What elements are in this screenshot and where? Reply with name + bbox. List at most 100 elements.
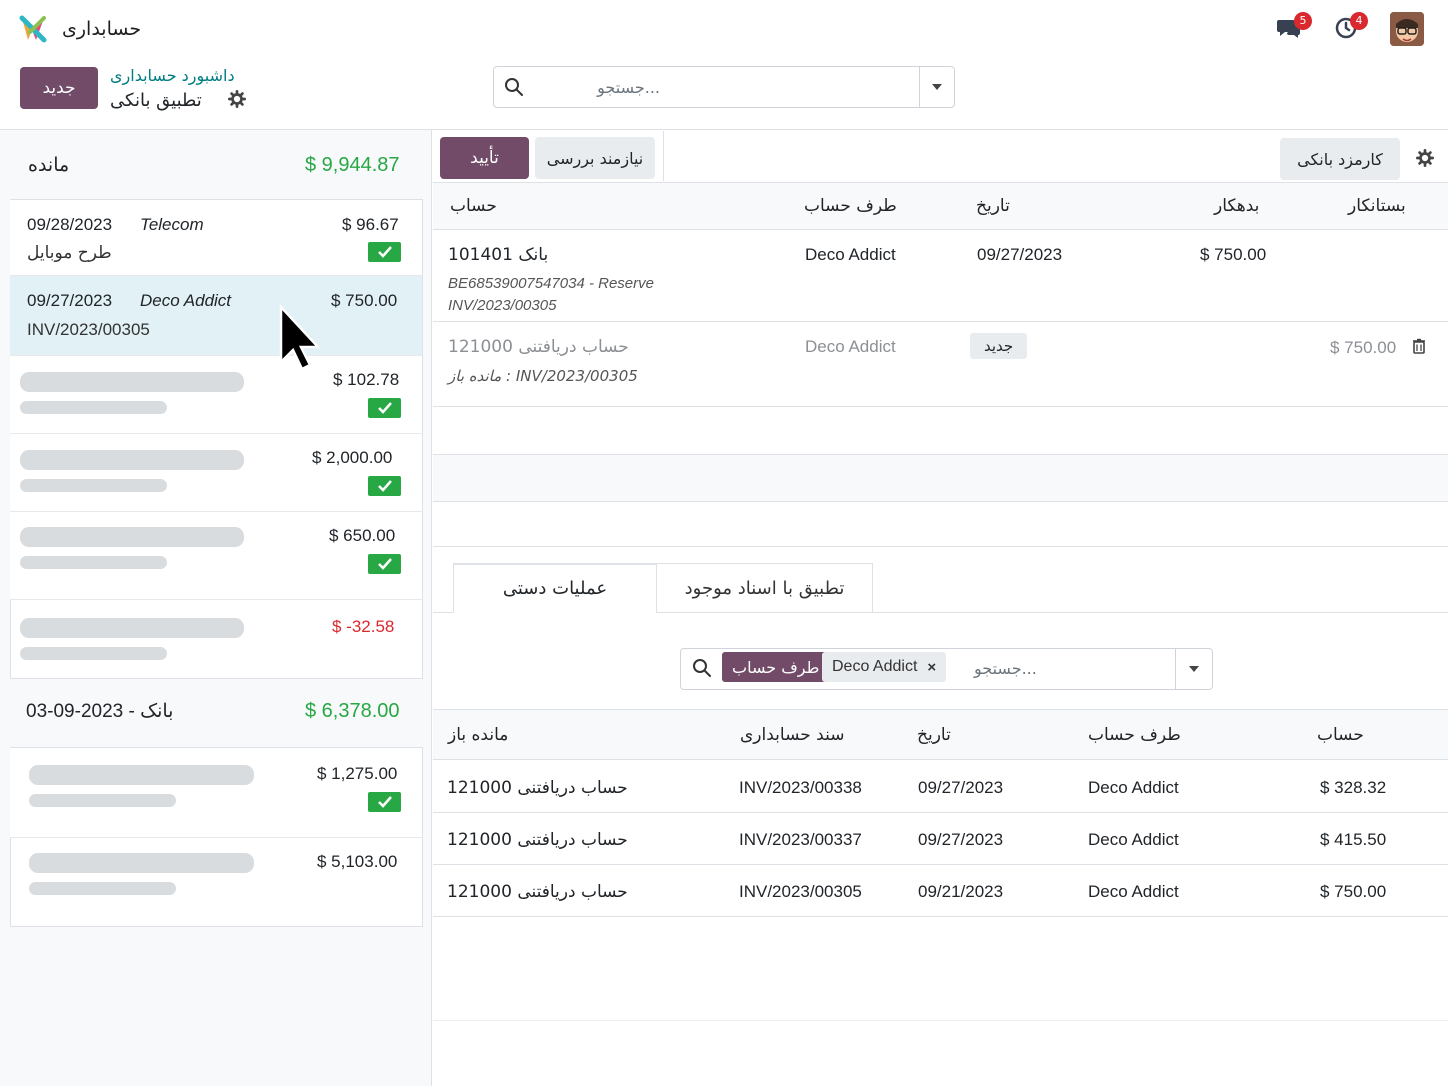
header-debit: بدهکار bbox=[1214, 196, 1260, 216]
new-tag: جدید bbox=[970, 333, 1028, 359]
row-divider bbox=[433, 1020, 1448, 1021]
bank-fees-button[interactable]: کارمزد بانکی bbox=[1280, 138, 1400, 180]
reconciled-check-icon bbox=[368, 398, 401, 418]
skeleton-placeholder bbox=[20, 401, 167, 414]
search-options-toggle[interactable] bbox=[919, 67, 954, 107]
cell-partner: Deco Addict bbox=[1088, 882, 1179, 901]
skeleton-placeholder bbox=[20, 647, 167, 660]
line-amount: $ 750.00 bbox=[331, 291, 398, 310]
caret-down-icon bbox=[932, 84, 942, 90]
line-amount: $ 1,275.00 bbox=[317, 764, 398, 783]
cell-partner: Deco Addict bbox=[1088, 778, 1179, 797]
cell-date: 09/27/2023 bbox=[918, 830, 1004, 849]
row-label: BE68539007547034 - Reserve bbox=[448, 275, 654, 292]
filter-facet-value: Deco Addict bbox=[832, 658, 918, 675]
balance-value: $ 9,944.87 bbox=[305, 154, 400, 176]
header-account: حساب bbox=[1317, 725, 1364, 745]
reconciled-check-icon bbox=[368, 792, 401, 812]
cell-amount: $ 415.50 bbox=[1320, 830, 1387, 849]
cell-open-balance: 121000 حساب دریافتنی bbox=[447, 830, 628, 850]
filter-facet: Deco Addict × bbox=[822, 652, 947, 682]
app-name[interactable]: حسابداری bbox=[62, 18, 141, 40]
row-reference: INV/2023/00305 bbox=[448, 297, 557, 314]
line-date: 09/28/2023 bbox=[27, 215, 113, 234]
header-open-balance: مانده باز bbox=[448, 725, 509, 745]
cell-entry: INV/2023/00305 bbox=[739, 882, 862, 901]
line-partner: Telecom bbox=[140, 215, 204, 234]
row-divider bbox=[433, 406, 1448, 407]
cell-entry: INV/2023/00338 bbox=[739, 778, 862, 797]
to-check-button[interactable]: نیازمند بررسی bbox=[535, 137, 655, 179]
header-partner: طرف حساب bbox=[1088, 725, 1181, 745]
skeleton-placeholder bbox=[29, 853, 254, 873]
header-account: حساب bbox=[450, 196, 497, 216]
header-journal-entry: سند حسابداری bbox=[740, 725, 845, 745]
top-bar bbox=[0, 0, 1448, 130]
trash-icon[interactable] bbox=[1412, 338, 1426, 354]
row-divider bbox=[433, 916, 1448, 917]
skeleton-placeholder bbox=[29, 882, 176, 895]
statement-line[interactable] bbox=[10, 434, 422, 512]
statement-line[interactable] bbox=[10, 356, 422, 434]
entries-search-input[interactable]: جستجو... bbox=[974, 659, 1037, 678]
skeleton-placeholder bbox=[20, 527, 244, 547]
cell-open-balance: 121000 حساب دریافتنی bbox=[447, 882, 628, 902]
row-debit: $ 750.00 bbox=[1200, 245, 1267, 264]
line-amount: $ 96.67 bbox=[342, 215, 399, 234]
line-label: INV/2023/00305 bbox=[27, 320, 150, 339]
mouse-cursor-icon bbox=[279, 304, 321, 371]
header-date: تاریخ bbox=[976, 196, 1010, 216]
statement-line[interactable] bbox=[10, 200, 422, 276]
tab-manual-operations[interactable]: عملیات دستی bbox=[453, 563, 657, 613]
new-button[interactable]: جدید bbox=[20, 67, 98, 109]
validate-button[interactable]: تأیید bbox=[440, 137, 529, 179]
cell-amount: $ 750.00 bbox=[1320, 882, 1387, 901]
reconciled-check-icon bbox=[368, 476, 401, 496]
entries-search-options-toggle[interactable] bbox=[1175, 649, 1212, 689]
line-amount-negative: $ -32.58 bbox=[332, 617, 395, 636]
row-partner[interactable]: Deco Addict bbox=[805, 337, 896, 357]
breadcrumb-parent[interactable]: داشبورد حسابداری bbox=[110, 66, 235, 85]
search-icon[interactable] bbox=[692, 658, 712, 678]
line-amount: $ 102.78 bbox=[333, 370, 400, 389]
reconciled-check-icon bbox=[368, 242, 401, 262]
row-open-balance: مانده باز : INV/2023/00305 bbox=[448, 367, 638, 385]
header-date: تاریخ bbox=[917, 725, 951, 745]
row-date: 09/27/2023 bbox=[977, 245, 1063, 264]
row-account[interactable]: 101401 بانک bbox=[448, 245, 548, 265]
statement-line-selected[interactable] bbox=[10, 276, 422, 356]
row-divider bbox=[433, 321, 1448, 322]
statement-line[interactable] bbox=[10, 748, 422, 838]
chat-badge: 5 bbox=[1294, 12, 1312, 30]
filter-facet-label: طرف حساب bbox=[722, 652, 830, 682]
statement-label: بانک - 2023-09-03 bbox=[26, 701, 174, 722]
row-partner[interactable]: Deco Addict bbox=[805, 245, 896, 265]
toolbar-divider bbox=[663, 131, 664, 181]
cell-open-balance: 121000 حساب دریافتنی bbox=[447, 778, 628, 798]
balance-label: مانده bbox=[28, 154, 70, 176]
remove-facet-icon[interactable]: × bbox=[927, 659, 936, 676]
reconciled-check-icon bbox=[368, 554, 401, 574]
empty-row bbox=[433, 454, 1448, 502]
search-icon[interactable] bbox=[504, 77, 524, 97]
settings-gear-icon[interactable] bbox=[1416, 149, 1434, 167]
skeleton-placeholder bbox=[20, 450, 244, 470]
search-input[interactable]: جستجو... bbox=[540, 78, 660, 97]
caret-down-icon bbox=[1189, 666, 1199, 672]
line-amount: $ 5,103.00 bbox=[317, 852, 398, 871]
row-divider bbox=[433, 546, 1448, 547]
lines-table-header bbox=[433, 182, 1448, 230]
skeleton-placeholder bbox=[20, 479, 167, 492]
gear-icon[interactable] bbox=[228, 90, 246, 108]
skeleton-placeholder bbox=[29, 765, 254, 785]
line-date: 09/27/2023 bbox=[27, 291, 113, 310]
tab-match-existing[interactable]: تطبیق با اسناد موجود bbox=[656, 563, 873, 613]
line-partner: Deco Addict bbox=[140, 291, 232, 310]
accounting-app-icon[interactable] bbox=[18, 14, 48, 44]
row-account[interactable]: 121000 حساب دریافتنی bbox=[448, 337, 629, 357]
skeleton-placeholder bbox=[20, 556, 167, 569]
user-avatar[interactable] bbox=[1390, 12, 1424, 46]
skeleton-placeholder bbox=[20, 618, 244, 638]
cell-amount: $ 328.32 bbox=[1320, 778, 1387, 797]
cell-partner: Deco Addict bbox=[1088, 830, 1179, 849]
